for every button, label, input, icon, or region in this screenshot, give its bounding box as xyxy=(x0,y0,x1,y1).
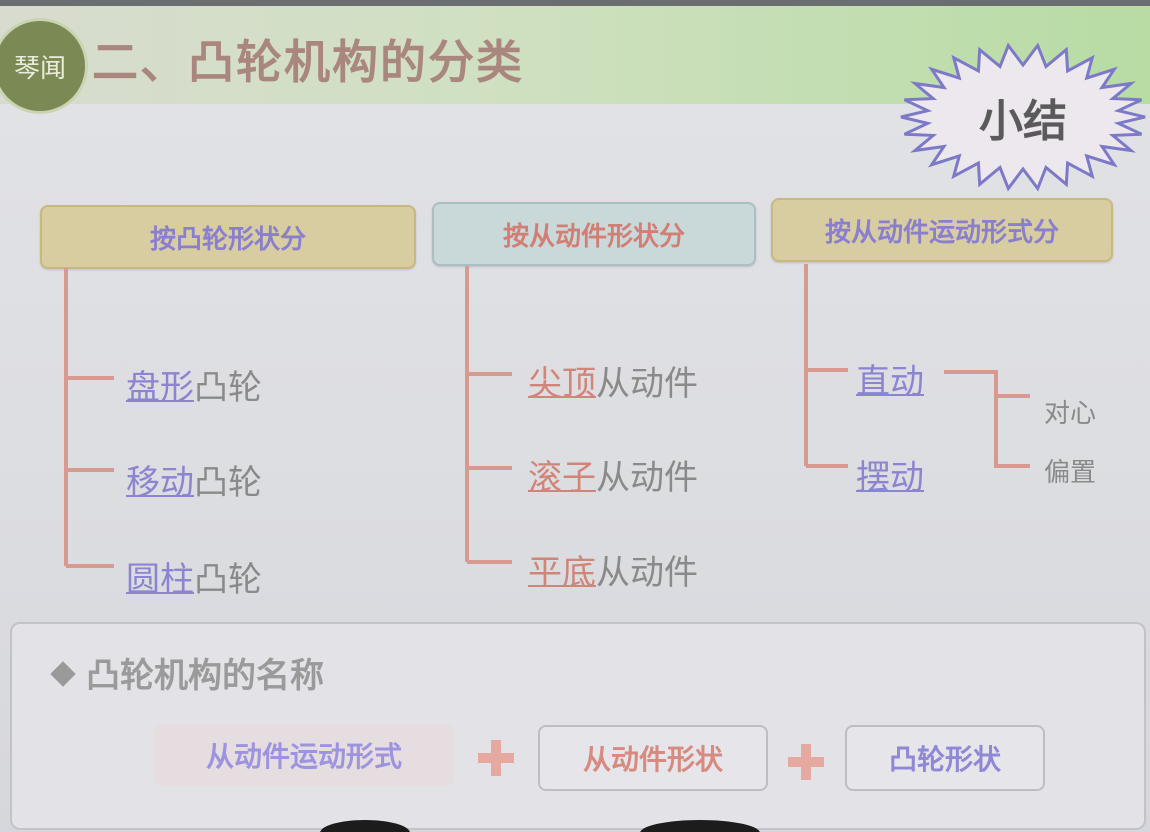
item-highlight: 尖顶 xyxy=(528,364,596,404)
tree-line-cam-shape xyxy=(64,268,114,568)
item-highlight: 盘形 xyxy=(126,368,194,408)
plus-icon xyxy=(788,744,824,780)
tree-line-motion-sub xyxy=(944,370,1030,468)
naming-title: 凸轮机构的名称 xyxy=(50,648,324,697)
item-knife-edge-follower: 尖顶从动件 xyxy=(528,356,698,405)
item-highlight: 平底 xyxy=(528,553,596,593)
item-rest: 凸轮 xyxy=(194,463,262,503)
item-highlight: 滚子 xyxy=(528,458,596,498)
formula-follower-motion: 从动件运动形式 xyxy=(154,724,454,786)
item-flat-face-follower: 平底从动件 xyxy=(528,545,698,594)
item-highlight: 直动 xyxy=(856,362,924,402)
item-rest: 从动件 xyxy=(596,458,698,498)
item-rest: 凸轮 xyxy=(194,560,262,600)
item-cylindrical-cam: 圆柱凸轮 xyxy=(126,552,262,601)
item-highlight: 摆动 xyxy=(856,458,924,498)
item-translating-cam: 移动凸轮 xyxy=(126,455,262,504)
diamond-bullet-icon xyxy=(50,660,76,687)
item-rest: 从动件 xyxy=(596,553,698,593)
naming-title-text: 凸轮机构的名称 xyxy=(86,656,324,696)
item-roller-follower: 滚子从动件 xyxy=(528,450,698,499)
item-disc-cam: 盘形凸轮 xyxy=(126,360,262,409)
tree-line-follower-motion xyxy=(804,264,848,468)
item-rest: 凸轮 xyxy=(194,368,262,408)
subitem-offset: 偏置 xyxy=(1044,458,1097,488)
item-highlight: 圆柱 xyxy=(126,560,194,600)
item-rest: 从动件 xyxy=(596,364,698,404)
subitem-centered: 对心 xyxy=(1044,399,1097,429)
item-translating-motion: 直动 xyxy=(856,354,924,403)
slide: 琴闻 二、凸轮机构的分类 小结 按凸轮形状分 按从动件形状分 按从动件运动形式分… xyxy=(0,0,1150,832)
plus-icon xyxy=(478,740,514,776)
item-oscillating-motion: 摆动 xyxy=(856,450,924,499)
formula-follower-shape: 从动件形状 xyxy=(538,725,768,791)
formula-cam-shape: 凸轮形状 xyxy=(845,725,1045,791)
tree-line-follower-shape xyxy=(465,266,512,564)
item-highlight: 移动 xyxy=(126,463,194,503)
